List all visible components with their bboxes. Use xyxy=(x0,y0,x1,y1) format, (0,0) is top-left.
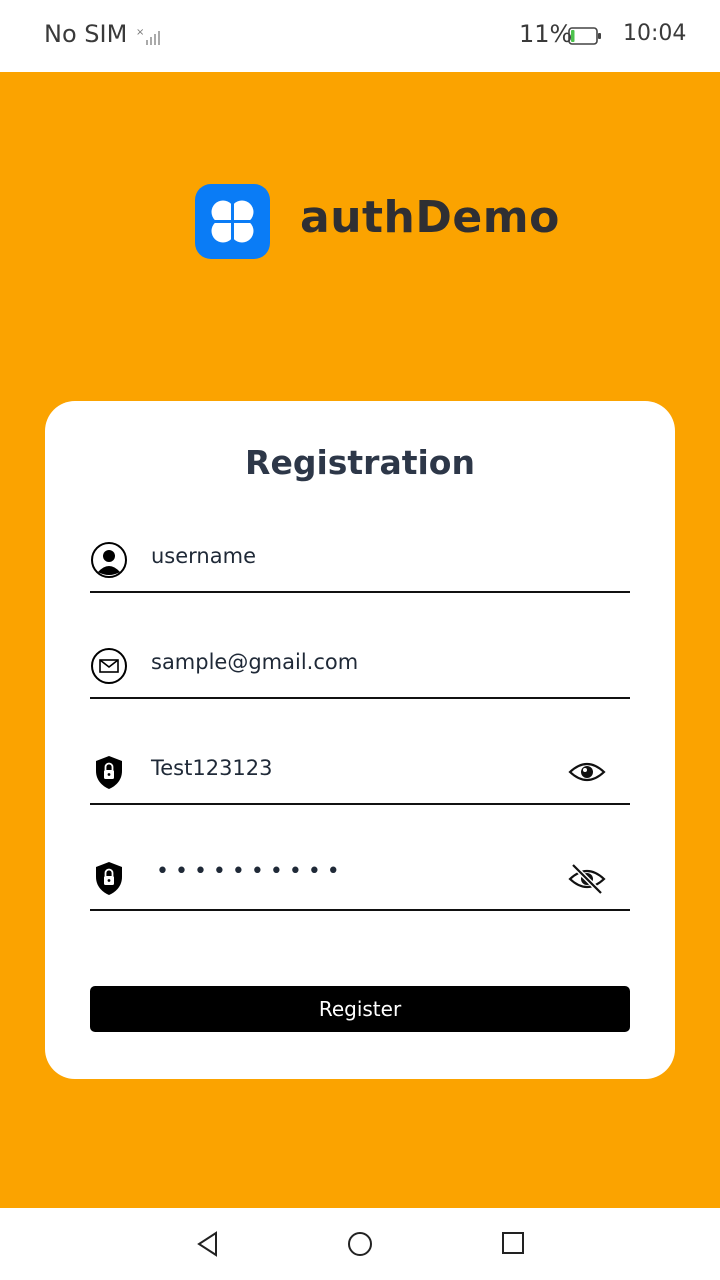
app-logo-icon xyxy=(195,184,270,259)
recent-apps-icon[interactable] xyxy=(501,1231,525,1259)
password-field[interactable]: Test123123 xyxy=(90,753,630,805)
confirm-password-field[interactable]: •••••••••• xyxy=(90,859,630,911)
username-input[interactable]: username xyxy=(151,544,256,568)
user-icon xyxy=(90,541,128,583)
email-field[interactable]: sample@gmail.com xyxy=(90,647,630,699)
email-input[interactable]: sample@gmail.com xyxy=(151,650,358,674)
signal-icon: × xyxy=(136,26,164,50)
shield-lock-icon xyxy=(90,753,128,795)
battery-percentage: 11% xyxy=(519,20,573,48)
clock: 10:04 xyxy=(623,21,687,46)
navigation-bar xyxy=(0,1208,720,1280)
status-bar: No SIM × 11% 10:04 xyxy=(0,0,720,72)
mail-icon xyxy=(90,647,128,689)
app-name: authDemo xyxy=(300,192,560,243)
home-icon[interactable] xyxy=(347,1231,373,1261)
eye-icon[interactable] xyxy=(568,757,606,791)
svg-text:×: × xyxy=(136,27,144,38)
shield-lock-icon xyxy=(90,859,128,901)
eye-off-icon[interactable] xyxy=(568,863,606,899)
register-button[interactable]: Register xyxy=(90,986,630,1032)
main-screen: authDemo Registration username sample@gm… xyxy=(0,72,720,1208)
battery-icon xyxy=(568,26,602,50)
confirm-password-input[interactable]: •••••••••• xyxy=(156,859,346,884)
form-title: Registration xyxy=(245,443,475,482)
registration-card: Registration username sample@gmail.com T… xyxy=(45,401,675,1079)
back-icon[interactable] xyxy=(196,1231,220,1261)
password-input[interactable]: Test123123 xyxy=(151,756,273,780)
username-field[interactable]: username xyxy=(90,541,630,593)
carrier-label: No SIM xyxy=(44,20,128,48)
